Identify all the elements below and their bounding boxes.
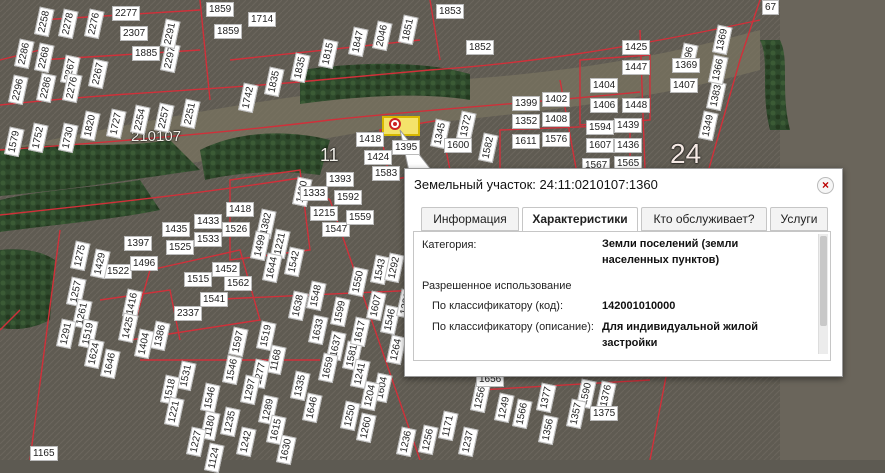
parcel-number-label[interactable]: 1852 [466,40,495,55]
characteristics-panel: Категория: Земли поселений (земли населе… [413,231,831,361]
parcel-number-label[interactable]: 1452 [212,262,241,277]
parcel-number-label[interactable]: 1369 [672,58,701,73]
parcel-number-label[interactable]: 1447 [622,60,651,75]
parcel-number-label[interactable]: 1526 [222,222,251,237]
parcel-number-label[interactable]: 1352 [512,114,541,129]
parcel-number-label[interactable]: 1433 [194,214,223,229]
parcel-number-label[interactable]: 1418 [356,132,385,147]
quarter-label-11: 11 [320,145,339,165]
parcel-number-label[interactable]: 2337 [174,306,203,321]
parcel-number-label[interactable]: 1600 [444,138,473,153]
parcel-number-label[interactable]: 1583 [372,166,401,181]
parcel-number-label[interactable]: 1853 [436,4,465,19]
close-icon[interactable]: × [817,177,834,194]
parcel-number-label[interactable]: 1408 [542,112,571,127]
parcel-number-label[interactable]: 1165 [30,446,58,461]
category-label: Категория: [422,239,477,251]
parcel-number-label[interactable]: 1375 [590,406,619,421]
parcel-number-label[interactable]: 1418 [226,202,255,217]
scrollbar-thumb[interactable] [820,236,827,326]
parcel-number-label[interactable]: 1714 [248,12,277,27]
permitted-use-label: Разрешенное использование [422,280,572,292]
parcel-number-label[interactable]: 1215 [310,206,339,221]
parcel-number-label[interactable]: 1406 [590,98,619,113]
parcel-number-label[interactable]: 1496 [130,256,159,271]
parcel-number-label[interactable]: 1407 [670,78,699,93]
parcel-number-label[interactable]: 1592 [334,190,363,205]
parcel-number-label[interactable]: 1541 [200,292,229,307]
parcel-number-label[interactable]: 1594 [586,120,615,135]
category-value: Земли поселений (земли населенных пункто… [602,238,739,266]
tab-who-serves[interactable]: Кто обслуживает? [641,207,767,231]
parcel-number-label[interactable]: 1436 [614,138,643,153]
by-code-value: 142001010000 [602,300,676,312]
parcel-number-label[interactable]: 1402 [542,92,571,107]
parcel-number-label[interactable]: 1448 [622,98,651,113]
by-description-label: По классификатору (описание): [432,321,594,333]
parcel-number-label[interactable]: 67 [762,0,780,15]
parcel-number-label[interactable]: 1515 [184,272,213,287]
by-description-value: Для индивидуальной жилой застройки [602,321,758,349]
quarter-label-24: 24 [670,138,702,169]
tab-services[interactable]: Услуги [770,207,828,231]
parcel-number-label[interactable]: 2277 [112,6,141,21]
tab-info[interactable]: Информация [421,207,519,231]
panel-scrollbar[interactable] [818,234,828,354]
parcel-number-label[interactable]: 1559 [346,210,375,225]
parcel-number-label[interactable]: 1525 [166,240,195,255]
parcel-number-label[interactable]: 1611 [512,134,540,149]
parcel-number-label[interactable]: 1395 [392,140,421,155]
parcel-number-label[interactable]: 1576 [542,132,571,147]
parcel-number-label[interactable]: 1399 [512,96,541,111]
parcel-number-label[interactable]: 1439 [614,118,643,133]
parcel-number-label[interactable]: 1404 [590,78,619,93]
parcel-info-popup: Земельный участок: 24:11:0210107:1360 × … [404,168,843,377]
parcel-number-label[interactable]: 1393 [326,172,355,187]
parcel-number-label[interactable]: 1333 [300,186,329,201]
by-code-label: По классификатору (код): [432,300,564,312]
parcel-number-label[interactable]: 1435 [162,222,191,237]
parcel-number-label[interactable]: 1424 [364,150,393,165]
parcel-number-label[interactable]: 1859 [206,2,235,17]
parcel-number-label[interactable]: 1397 [124,236,153,251]
parcel-number-label[interactable]: 1607 [586,138,615,153]
parcel-number-label[interactable]: 1885 [132,46,161,61]
parcel-number-label[interactable]: 1425 [622,40,651,55]
parcel-number-label[interactable]: 1562 [224,276,253,291]
parcel-number-label[interactable]: 1533 [194,232,223,247]
parcel-number-label[interactable]: 1859 [214,24,243,39]
parcel-number-label[interactable]: 2307 [120,26,149,41]
popup-title: Земельный участок: 24:11:0210107:1360 [414,177,658,192]
tab-characteristics[interactable]: Характеристики [522,207,638,232]
parcel-number-label[interactable]: 1522 [104,264,133,279]
